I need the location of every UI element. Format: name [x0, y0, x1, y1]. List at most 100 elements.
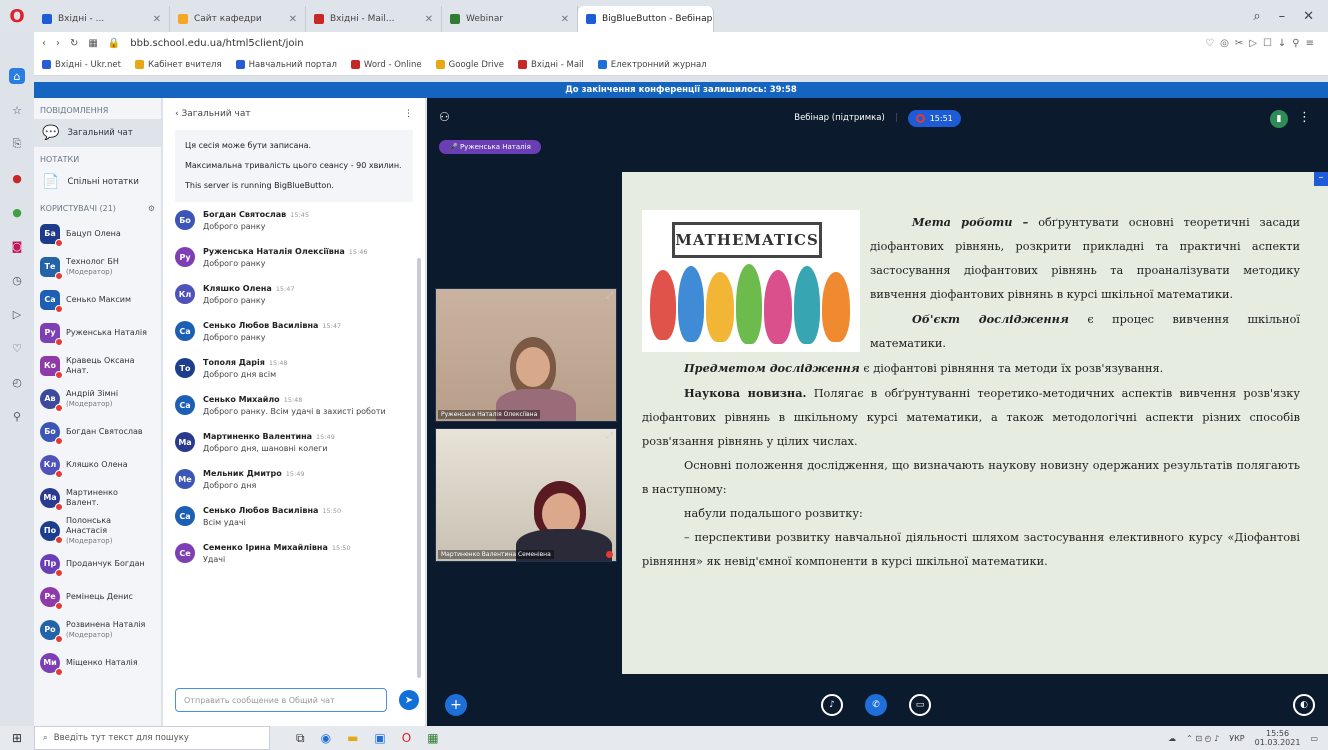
opera-taskbar-icon[interactable]: O: [402, 731, 411, 746]
star-icon[interactable]: ☆: [9, 102, 25, 118]
clock-icon[interactable]: ◴: [9, 374, 25, 390]
main-presentation-area: ⚇ Вебінар (підтримка) | 15:51 ▮ ⋮ 🎤 Руже…: [427, 98, 1328, 726]
shared-notes-item[interactable]: 📄 Спільні нотатки: [34, 168, 161, 196]
heart-icon[interactable]: ♡: [9, 340, 25, 356]
bookmark-icon: [435, 60, 445, 69]
clipboard-icon[interactable]: ⎘: [9, 136, 25, 152]
close-tab-icon[interactable]: ✕: [153, 14, 161, 25]
user-list-item[interactable]: Ко Кравець Оксана Анат.: [34, 349, 161, 382]
bookmark-icon: [597, 60, 607, 69]
close-tab-icon[interactable]: ✕: [561, 14, 569, 25]
share-webcam-button[interactable]: ▭: [909, 694, 931, 716]
bulb-icon[interactable]: ⚲: [9, 408, 25, 424]
forward-icon[interactable]: ›: [56, 38, 60, 49]
chat-message: Са Сенько Любов Василівна 15:47 Доброго ран…: [163, 313, 425, 350]
bookmark-item[interactable]: Вхідні - Mail: [518, 60, 584, 70]
search-icon[interactable]: ⌕: [1253, 9, 1260, 24]
reload-icon[interactable]: ↻: [70, 38, 78, 49]
chat-message-input[interactable]: Отправить сообщение в Общий чат: [175, 688, 387, 712]
expand-icon[interactable]: ⤢: [606, 431, 613, 441]
network-icon[interactable]: ⌃ ⊡ ◴ ♪: [1186, 734, 1219, 743]
user-list-item[interactable]: Ав Андрій Зімні (Модератор): [34, 382, 161, 415]
weather-icon[interactable]: ☁: [1168, 734, 1176, 743]
user-list-item[interactable]: По Полонська Анастасія (Модератор): [34, 514, 161, 547]
bookmark-item[interactable]: Електронний журнал: [597, 60, 707, 70]
history-icon[interactable]: ◷: [9, 272, 25, 288]
language-indicator[interactable]: УКР: [1229, 734, 1244, 743]
actions-plus-button[interactable]: +: [445, 694, 467, 716]
user-list-item[interactable]: Те Технолог БН (Модератор): [34, 250, 161, 283]
webcam-video-2[interactable]: ⤢ Мартиненко Валентина Семенівна: [435, 428, 617, 562]
browser-tab[interactable]: Webinar ✕: [442, 6, 578, 32]
leave-audio-button[interactable]: ✆: [865, 694, 887, 716]
bookmark-item[interactable]: Вхідні - Ukr.net: [42, 60, 121, 70]
message-author: Руженська Наталія Олексіївна: [203, 247, 345, 256]
store-icon[interactable]: ▣: [374, 731, 385, 746]
notifications-icon[interactable]: ▭: [1310, 734, 1318, 743]
bookmark-item[interactable]: Google Drive: [435, 60, 504, 70]
message-time: 15:50: [322, 507, 342, 515]
user-list-item[interactable]: Ро Розвинена Наталія (Модератор): [34, 613, 161, 646]
browser-tab[interactable]: BigBlueButton - Вебінар✕: [578, 6, 714, 32]
user-list-item[interactable]: Бо Богдан Святослав: [34, 415, 161, 448]
excel-icon[interactable]: ▦: [427, 731, 438, 746]
browser-tab[interactable]: Сайт кафедри ✕: [170, 6, 306, 32]
edge-icon[interactable]: ◉: [321, 731, 331, 746]
close-tab-icon[interactable]: ✕: [425, 14, 433, 25]
recording-button[interactable]: 15:51: [907, 109, 961, 127]
avatar: Са: [175, 395, 195, 415]
webcam-video-1[interactable]: ⤢ Руженська Наталія Олексіївна: [435, 288, 617, 422]
file-explorer-icon[interactable]: ▬: [347, 731, 358, 746]
expand-icon[interactable]: ⤢: [606, 291, 613, 301]
bookmark-item[interactable]: Кабінет вчителя: [135, 60, 222, 70]
toolbar-icons[interactable]: ♡◎✂▷☐↓⚲≡: [1205, 38, 1320, 49]
avatar: Ро: [40, 619, 63, 643]
screen-share-button[interactable]: ◐: [1293, 694, 1315, 716]
user-list-item[interactable]: Ми Міщенко Наталія: [34, 646, 161, 679]
chat-scrollbar[interactable]: [417, 258, 421, 678]
send-message-button[interactable]: ➤: [399, 690, 419, 710]
messenger-icon[interactable]: ●: [9, 170, 25, 186]
user-list-item[interactable]: Ре Ремінець Денис: [34, 580, 161, 613]
minimize-presentation-icon[interactable]: –: [1314, 172, 1328, 186]
message-text: Доброго ранку: [203, 296, 266, 305]
minimize-icon[interactable]: –: [1279, 9, 1286, 24]
opera-logo-icon[interactable]: O: [0, 0, 34, 32]
bookmark-icon: [235, 60, 245, 69]
back-icon[interactable]: ‹: [42, 38, 46, 49]
url-field[interactable]: bbb.school.edu.ua/html5client/join: [130, 38, 303, 49]
instagram-icon[interactable]: ◙: [9, 238, 25, 254]
user-list-item[interactable]: Ру Руженська Наталія: [34, 316, 161, 349]
chat-title[interactable]: ‹ Загальний чат: [175, 109, 251, 119]
user-list-item[interactable]: Кл Кляшко Олена: [34, 448, 161, 481]
bookmark-item[interactable]: Навчальний портал: [235, 60, 337, 70]
whatsapp-icon[interactable]: ●: [9, 204, 25, 220]
taskbar-search-input[interactable]: ⌕ Введіть тут текст для пошуку: [34, 726, 270, 750]
home-icon[interactable]: ⌂: [9, 68, 25, 84]
connection-status-icon[interactable]: ▮: [1270, 110, 1288, 128]
options-menu-icon[interactable]: ⋮: [1298, 110, 1311, 125]
user-list-item[interactable]: Пр Проданчук Богдан: [34, 547, 161, 580]
task-view-icon[interactable]: ⧉: [296, 731, 305, 746]
browser-tab[interactable]: Вхідні - ... ✕: [34, 6, 170, 32]
settings-gear-icon[interactable]: ⚙: [148, 204, 155, 213]
speed-dial-icon[interactable]: ▦: [88, 38, 97, 49]
user-list-item[interactable]: Са Сенько Максим: [34, 283, 161, 316]
status-icon: [55, 271, 63, 280]
close-tab-icon[interactable]: ✕: [289, 14, 297, 25]
windows-start-icon[interactable]: ⊞: [0, 731, 34, 745]
audio-toggle-button[interactable]: ♪: [821, 694, 843, 716]
message-text: Доброго дня: [203, 481, 257, 490]
more-options-icon[interactable]: ⋮: [404, 109, 413, 119]
message-text: Удачі: [203, 555, 226, 564]
public-chat-item[interactable]: 💬 Загальний чат: [34, 119, 161, 147]
user-list-item[interactable]: Ба Бацуп Олена: [34, 217, 161, 250]
clock[interactable]: 15:56 01.03.2021: [1255, 729, 1301, 747]
close-icon[interactable]: ✕: [1303, 9, 1314, 24]
browser-tab[interactable]: Вхідні - Mail... ✕: [306, 6, 442, 32]
user-name: Розвинена Наталія: [66, 619, 146, 629]
user-list-item[interactable]: Ма Мартиненко Валент.: [34, 481, 161, 514]
bookmark-icon: [518, 60, 528, 69]
bookmark-item[interactable]: Word - Online: [350, 60, 422, 70]
player-icon[interactable]: ▷: [9, 306, 25, 322]
